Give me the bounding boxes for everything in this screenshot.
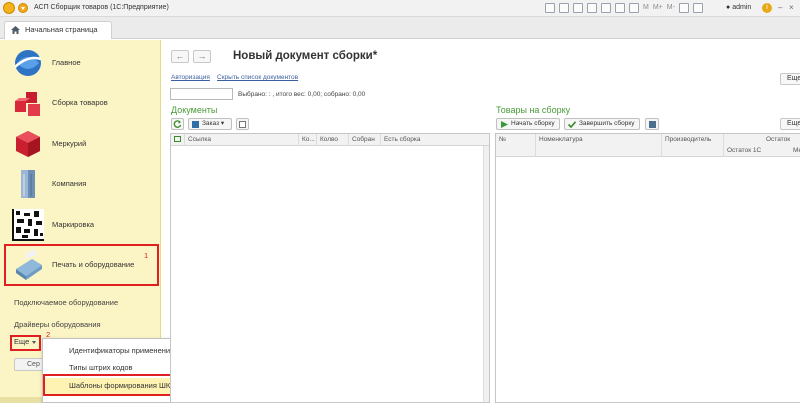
- memory-button[interactable]: M: [643, 3, 649, 14]
- more-button-top[interactable]: Еще: [780, 73, 800, 85]
- window-title: АСП Сборщик товаров (1С:Предприятие): [34, 4, 169, 11]
- gear-icon: [239, 121, 246, 128]
- user-icon: ●: [726, 4, 731, 11]
- selection-summary: Выбрано: : , итого вес: 0,00; собрано: 0…: [238, 91, 366, 98]
- cubes-icon: [15, 92, 40, 116]
- sidebar-link-connected-equipment[interactable]: Подключаемое оборудование: [14, 298, 118, 307]
- play-icon: [501, 121, 508, 128]
- datamatrix-icon: [12, 209, 44, 241]
- sidebar-item-marking[interactable]: Маркировка: [0, 205, 161, 245]
- back-button[interactable]: ←: [171, 50, 189, 63]
- settings-button[interactable]: [236, 118, 249, 130]
- column-link[interactable]: Ссылка: [185, 134, 299, 146]
- column-manufacturer[interactable]: Производитель: [662, 134, 724, 157]
- authorization-link[interactable]: Авторизация: [171, 74, 210, 81]
- column-has-assembly[interactable]: Есть сборка: [381, 134, 489, 146]
- column-ko[interactable]: Ко...: [299, 134, 317, 146]
- documents-table-header: Ссылка Ко... Колво Собран Есть сборка: [171, 134, 489, 146]
- order-button[interactable]: Заказ ▾: [188, 118, 232, 130]
- sidebar-link-equipment-drivers[interactable]: Драйверы оборудования: [14, 320, 101, 329]
- callout-1: 1: [144, 251, 149, 260]
- tab-bar: Начальная страница: [0, 17, 800, 39]
- documents-section-title: Документы: [171, 105, 218, 115]
- sidebar-item-main[interactable]: Главное: [0, 43, 161, 83]
- column-me[interactable]: Ме: [793, 147, 800, 154]
- print-button[interactable]: [645, 118, 659, 130]
- minimize-icon[interactable]: –: [778, 3, 786, 12]
- refresh-icon: [173, 120, 182, 128]
- highlight-box-print-equipment: [4, 244, 159, 286]
- sidebar-item-company[interactable]: Компания: [0, 164, 161, 204]
- building-icon: [21, 170, 35, 198]
- calendar-icon[interactable]: [601, 3, 611, 13]
- zoom-icon[interactable]: [678, 3, 689, 13]
- document-search-input[interactable]: [170, 88, 233, 100]
- printer-small-icon: [649, 121, 656, 128]
- panels-icon[interactable]: [692, 3, 703, 13]
- page-title: Новый документ сборки*: [233, 50, 378, 62]
- tab-home[interactable]: Начальная страница: [4, 21, 112, 39]
- user-name[interactable]: ● admin: [726, 4, 751, 11]
- column-balance-1c[interactable]: Остаток 1С: [727, 147, 761, 154]
- forward-button[interactable]: →: [193, 50, 211, 63]
- home-icon: [11, 26, 20, 34]
- select-all-icon[interactable]: [171, 134, 185, 146]
- column-number[interactable]: №: [496, 134, 536, 157]
- column-nomenclature[interactable]: Номенклатура: [536, 134, 662, 157]
- refresh-button[interactable]: [171, 118, 184, 130]
- titlebar-toolbar: M M+ M-: [545, 3, 703, 14]
- memory-minus-button[interactable]: M-: [667, 3, 675, 14]
- close-icon[interactable]: ×: [789, 3, 797, 12]
- sidebar-item-mercury[interactable]: Меркурий: [0, 124, 161, 164]
- window-title-bar: АСП Сборщик товаров (1С:Предприятие) M M…: [0, 0, 800, 17]
- goods-table-header: № Номенклатура Производитель Остаток Ост…: [496, 134, 800, 157]
- column-collected[interactable]: Собран: [349, 134, 381, 146]
- column-qty[interactable]: Колво: [317, 134, 349, 146]
- back-icon[interactable]: [545, 3, 555, 13]
- red-cube-icon: [16, 131, 40, 157]
- print-icon[interactable]: [559, 3, 569, 13]
- main-globe-icon: [14, 50, 42, 76]
- order-icon: [192, 121, 199, 128]
- calculator-icon[interactable]: [615, 3, 625, 13]
- save-icon[interactable]: [573, 3, 583, 13]
- column-balance[interactable]: Остаток: [724, 134, 800, 146]
- finish-assembly-button[interactable]: Завершить сборку: [564, 118, 640, 130]
- start-assembly-button[interactable]: Начать сборку: [496, 118, 560, 130]
- info-icon[interactable]: i: [762, 3, 772, 13]
- hide-documents-link[interactable]: Скрыть список документов: [217, 74, 298, 81]
- documents-table[interactable]: Ссылка Ко... Колво Собран Есть сборка: [170, 133, 490, 403]
- memory-plus-button[interactable]: M+: [653, 3, 663, 14]
- highlight-box-more: [10, 335, 41, 351]
- export-icon[interactable]: [587, 3, 597, 13]
- app-menu-icon[interactable]: [18, 3, 28, 13]
- more-button-goods[interactable]: Еще: [780, 118, 800, 130]
- sidebar-item-assembly[interactable]: Сборка товаров: [0, 83, 161, 123]
- app-logo-icon: [3, 2, 15, 14]
- document-icon[interactable]: [629, 3, 639, 13]
- checkmark-icon: [568, 121, 576, 128]
- goods-table[interactable]: № Номенклатура Производитель Остаток Ост…: [495, 133, 800, 403]
- documents-scrollbar[interactable]: [483, 146, 489, 402]
- goods-section-title: Товары на сборку: [496, 105, 571, 115]
